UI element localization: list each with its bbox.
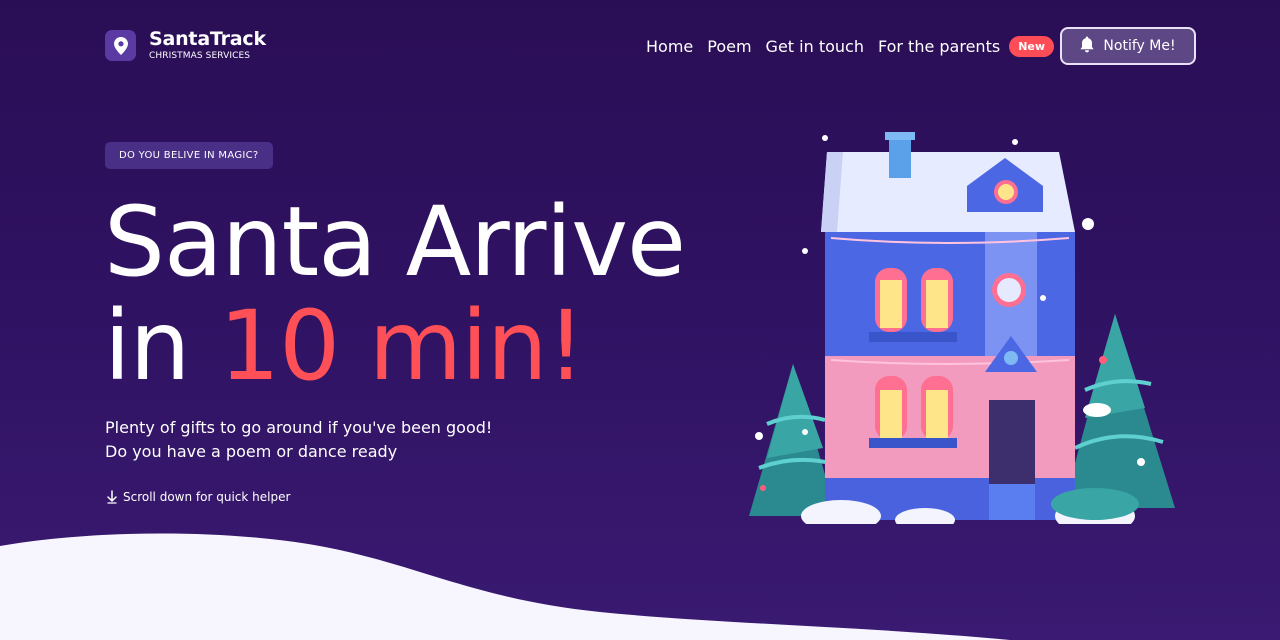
chimney: [889, 134, 911, 178]
hero-subtext-line-2: Do you have a poem or dance ready: [105, 442, 398, 461]
front-door: [989, 400, 1035, 490]
brand-title: SantaTrack: [149, 28, 266, 50]
bell-icon: [1080, 36, 1095, 57]
nav-poem[interactable]: Poem: [707, 37, 751, 56]
left-tree: [749, 364, 837, 516]
nav-home[interactable]: Home: [646, 37, 693, 56]
hero-countdown: 10 min!: [219, 290, 585, 402]
new-badge: New: [1009, 36, 1055, 57]
hero-heading: Santa Arrive in 10 min!: [104, 190, 686, 398]
right-tree: [1063, 314, 1175, 508]
nav-for-the-parents[interactable]: For the parents: [878, 37, 1000, 56]
brand-logo[interactable]: SantaTrack CHRISTMAS SERVICES: [105, 30, 266, 61]
christmas-house-illustration: [749, 132, 1175, 524]
notify-me-button[interactable]: Notify Me!: [1060, 27, 1196, 65]
main-nav: Home Poem Get in touch For the parents N…: [646, 36, 1055, 57]
map-pin-icon: [105, 30, 136, 61]
notify-me-label: Notify Me!: [1103, 38, 1176, 54]
nav-get-in-touch[interactable]: Get in touch: [766, 37, 864, 56]
magic-pill: DO YOU BELIVE IN MAGIC?: [105, 142, 273, 169]
brand-subtitle: CHRISTMAS SERVICES: [149, 51, 251, 61]
hero-line-1: Santa Arrive: [104, 186, 686, 298]
hero-line-2-prefix: in: [104, 290, 220, 402]
hero-subtext: Plenty of gifts to go around if you've b…: [105, 416, 492, 464]
hero-subtext-line-1: Plenty of gifts to go around if you've b…: [105, 418, 493, 437]
header: SantaTrack CHRISTMAS SERVICES Home Poem …: [0, 0, 1280, 90]
